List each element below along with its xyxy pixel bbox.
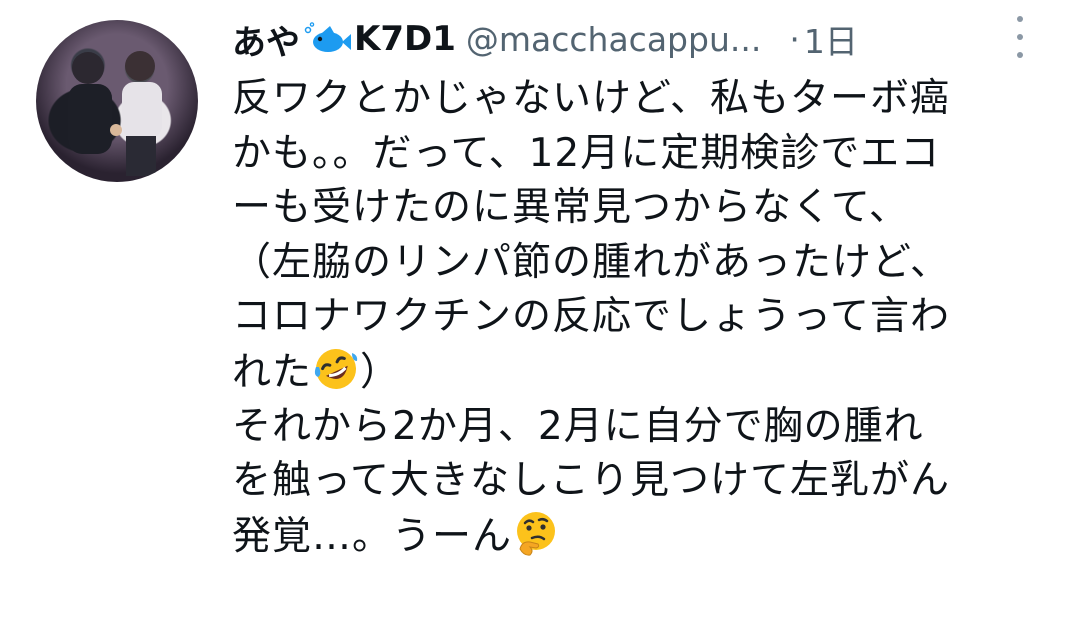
tweet-header: あや K7D1 @macchacappu... · 1日 [232,14,858,64]
tweet[interactable]: あや K7D1 @macchacappu... · 1日 反ワクとかじゃないけど… [0,0,1078,625]
user-handle[interactable]: @macchacappu... [466,20,761,59]
tweet-line-text: れた [232,349,313,395]
avatar-photo [68,51,162,176]
tweet-text: 反ワクとかじゃないけど、私もターボ癌 かも。。だって、12月に定期検診でエコ ー… [232,72,1052,563]
tweet-line: ーも受けたのに異常見つからなくて、 [232,185,909,231]
fish-icon [302,22,352,56]
tweet-line: かも。。だって、12月に定期検診でエコ [232,130,941,176]
rolling-on-floor-laughing-emoji [312,345,360,393]
display-name-suffix: K7D1 [354,19,456,59]
thinking-face-emoji [512,509,560,557]
tweet-line: コロナワクチンの反応でしょうって言わ [232,294,951,340]
tweet-line: 反ワクとかじゃないけど、私もターボ癌 [232,76,951,121]
display-name-text: あや [232,22,300,63]
more-dot-icon [1017,34,1023,40]
avatar[interactable] [36,20,198,182]
tweet-line: （左脇のリンパ節の腫れがあったけど、 [232,239,951,285]
more-dot-icon [1017,16,1023,22]
display-name[interactable]: あや K7D1 [232,15,456,64]
more-dot-icon [1017,52,1023,58]
tweet-line: を触って大きなしこり見つけて左乳がん [232,458,951,504]
tweet-line-with-emoji: 発覚…。うーん [232,509,1052,564]
tweet-line-with-emoji: れた ） [232,345,1052,400]
timestamp[interactable]: 1日 [804,15,858,63]
more-vertical-icon[interactable] [1008,16,1032,58]
tweet-line: それから2か月、2月に自分で胸の腫れ [232,403,924,449]
tweet-line-text: 発覚…。うーん [232,513,513,559]
separator: · [789,19,800,59]
closing-paren: ） [360,349,401,395]
